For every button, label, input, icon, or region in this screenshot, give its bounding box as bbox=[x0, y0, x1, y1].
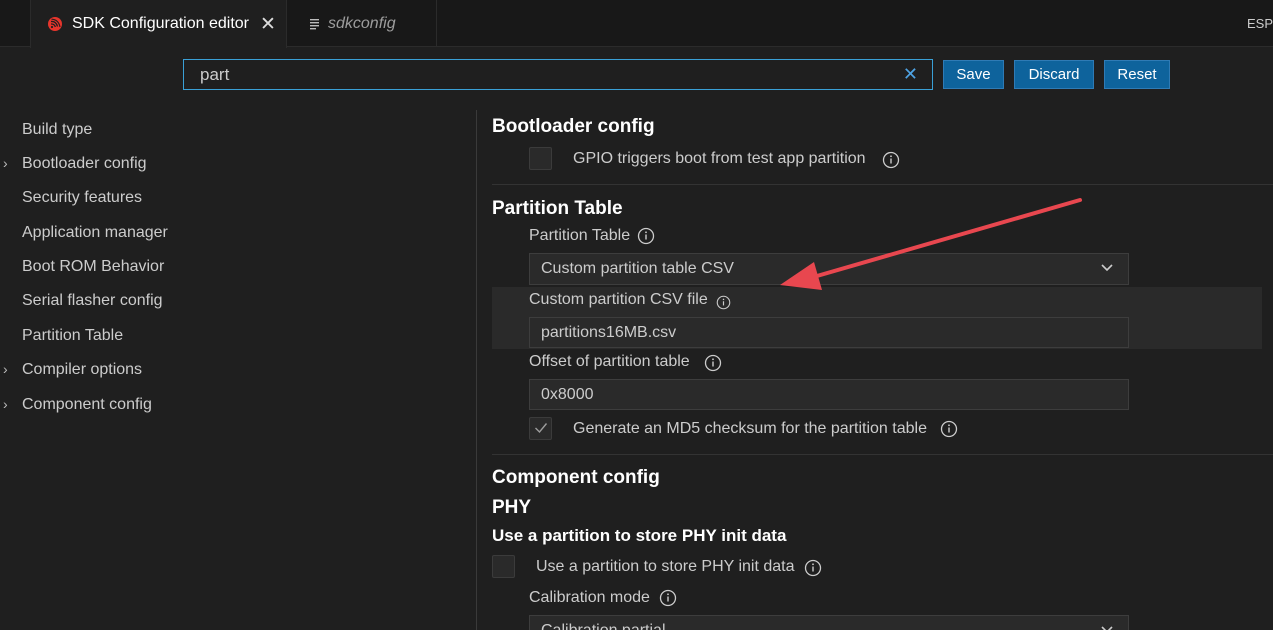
calibration-mode-select-value: Calibration partial bbox=[541, 622, 666, 630]
custom-csv-input[interactable] bbox=[529, 317, 1129, 348]
info-icon[interactable] bbox=[716, 295, 731, 310]
section-separator bbox=[492, 454, 1273, 455]
info-icon[interactable] bbox=[940, 420, 958, 438]
sidebar-item-label: Application manager bbox=[22, 224, 168, 241]
reset-button[interactable]: Reset bbox=[1104, 60, 1170, 89]
sidebar-item-serial-flasher-config[interactable]: Serial flasher config bbox=[0, 289, 300, 313]
sidebar-item-bootloader-config[interactable]: › Bootloader config bbox=[0, 152, 300, 176]
tab-bar: SDK Configuration editor ✕ sdkconfig ESP bbox=[0, 0, 1273, 48]
tab-label: SDK Configuration editor bbox=[72, 15, 249, 32]
info-icon[interactable] bbox=[637, 227, 655, 245]
chevron-right-icon[interactable]: › bbox=[3, 361, 8, 377]
section-title-component-config: Component config bbox=[492, 467, 660, 488]
sidebar-item-build-type[interactable]: Build type bbox=[0, 118, 300, 142]
calibration-mode-select[interactable]: Calibration partial bbox=[529, 615, 1129, 630]
partition-offset-input[interactable] bbox=[529, 379, 1129, 410]
partition-offset-label: Offset of partition table bbox=[529, 353, 690, 370]
chevron-down-icon bbox=[1101, 626, 1113, 630]
calibration-mode-label: Calibration mode bbox=[529, 589, 650, 606]
partition-table-select[interactable]: Custom partition table CSV bbox=[529, 253, 1129, 285]
sidebar-item-label: Build type bbox=[22, 121, 93, 138]
md5-checksum-checkbox[interactable] bbox=[529, 417, 552, 440]
section-title-bootloader: Bootloader config bbox=[492, 116, 655, 137]
subsection-title-phy: PHY bbox=[492, 497, 532, 518]
sidebar-item-label: Boot ROM Behavior bbox=[22, 258, 165, 275]
sidebar-item-boot-rom-behavior[interactable]: Boot ROM Behavior bbox=[0, 255, 300, 279]
chevron-right-icon[interactable]: › bbox=[3, 396, 8, 412]
espressif-icon bbox=[48, 17, 62, 31]
tab-label: sdkconfig bbox=[328, 14, 396, 32]
chevron-down-icon bbox=[1101, 264, 1113, 272]
sidebar-item-partition-table[interactable]: Partition Table bbox=[0, 324, 300, 348]
md5-checksum-label: Generate an MD5 checksum for the partiti… bbox=[573, 420, 927, 437]
phy-partition-label: Use a partition to store PHY init data bbox=[536, 558, 795, 575]
sidebar-item-label: Partition Table bbox=[22, 327, 124, 344]
search-input[interactable] bbox=[184, 60, 884, 89]
custom-csv-label: Custom partition CSV file bbox=[529, 291, 708, 308]
tab-sdkconfig[interactable]: sdkconfig bbox=[287, 0, 437, 47]
sidebar-item-security-features[interactable]: Security features bbox=[0, 186, 300, 210]
close-icon[interactable]: ✕ bbox=[260, 15, 276, 34]
subsection-title-phy-partition: Use a partition to store PHY init data bbox=[492, 526, 787, 545]
info-icon[interactable] bbox=[804, 559, 822, 577]
config-content: Bootloader config GPIO triggers boot fro… bbox=[477, 110, 1273, 630]
sidebar-item-label: Compiler options bbox=[22, 361, 143, 378]
checkmark-icon bbox=[535, 423, 548, 434]
info-icon[interactable] bbox=[704, 354, 722, 372]
gpio-boot-label: GPIO triggers boot from test app partiti… bbox=[573, 150, 866, 167]
discard-button[interactable]: Discard bbox=[1014, 60, 1094, 89]
info-icon[interactable] bbox=[659, 589, 677, 607]
search-box: ✕ bbox=[183, 59, 933, 90]
clear-search-icon[interactable]: ✕ bbox=[903, 64, 918, 85]
file-lines-icon bbox=[310, 18, 319, 29]
chevron-right-icon[interactable]: › bbox=[3, 155, 8, 171]
sidebar-item-label: Serial flasher config bbox=[22, 292, 163, 309]
sidebar-item-component-config[interactable]: › Component config bbox=[0, 393, 300, 417]
partition-table-select-value: Custom partition table CSV bbox=[541, 260, 734, 277]
partition-table-label: Partition Table bbox=[529, 227, 631, 244]
info-icon[interactable] bbox=[882, 151, 900, 169]
section-separator bbox=[492, 184, 1273, 185]
sidebar-item-label: Security features bbox=[22, 189, 143, 206]
sidebar-item-label: Bootloader config bbox=[22, 155, 147, 172]
tab-sdk-configuration-editor[interactable]: SDK Configuration editor ✕ bbox=[30, 0, 287, 48]
sidebar-item-label: Component config bbox=[22, 396, 152, 413]
section-title-partition-table: Partition Table bbox=[492, 198, 623, 219]
tab-overflow-label: ESP bbox=[1246, 16, 1273, 31]
sdk-config-editor-window: SDK Configuration editor ✕ sdkconfig ESP… bbox=[0, 0, 1273, 630]
phy-partition-checkbox[interactable] bbox=[492, 555, 515, 578]
sidebar-item-application-manager[interactable]: Application manager bbox=[0, 221, 300, 245]
sidebar-item-compiler-options[interactable]: › Compiler options bbox=[0, 358, 300, 382]
save-button[interactable]: Save bbox=[943, 60, 1004, 89]
gpio-boot-checkbox[interactable] bbox=[529, 147, 552, 170]
